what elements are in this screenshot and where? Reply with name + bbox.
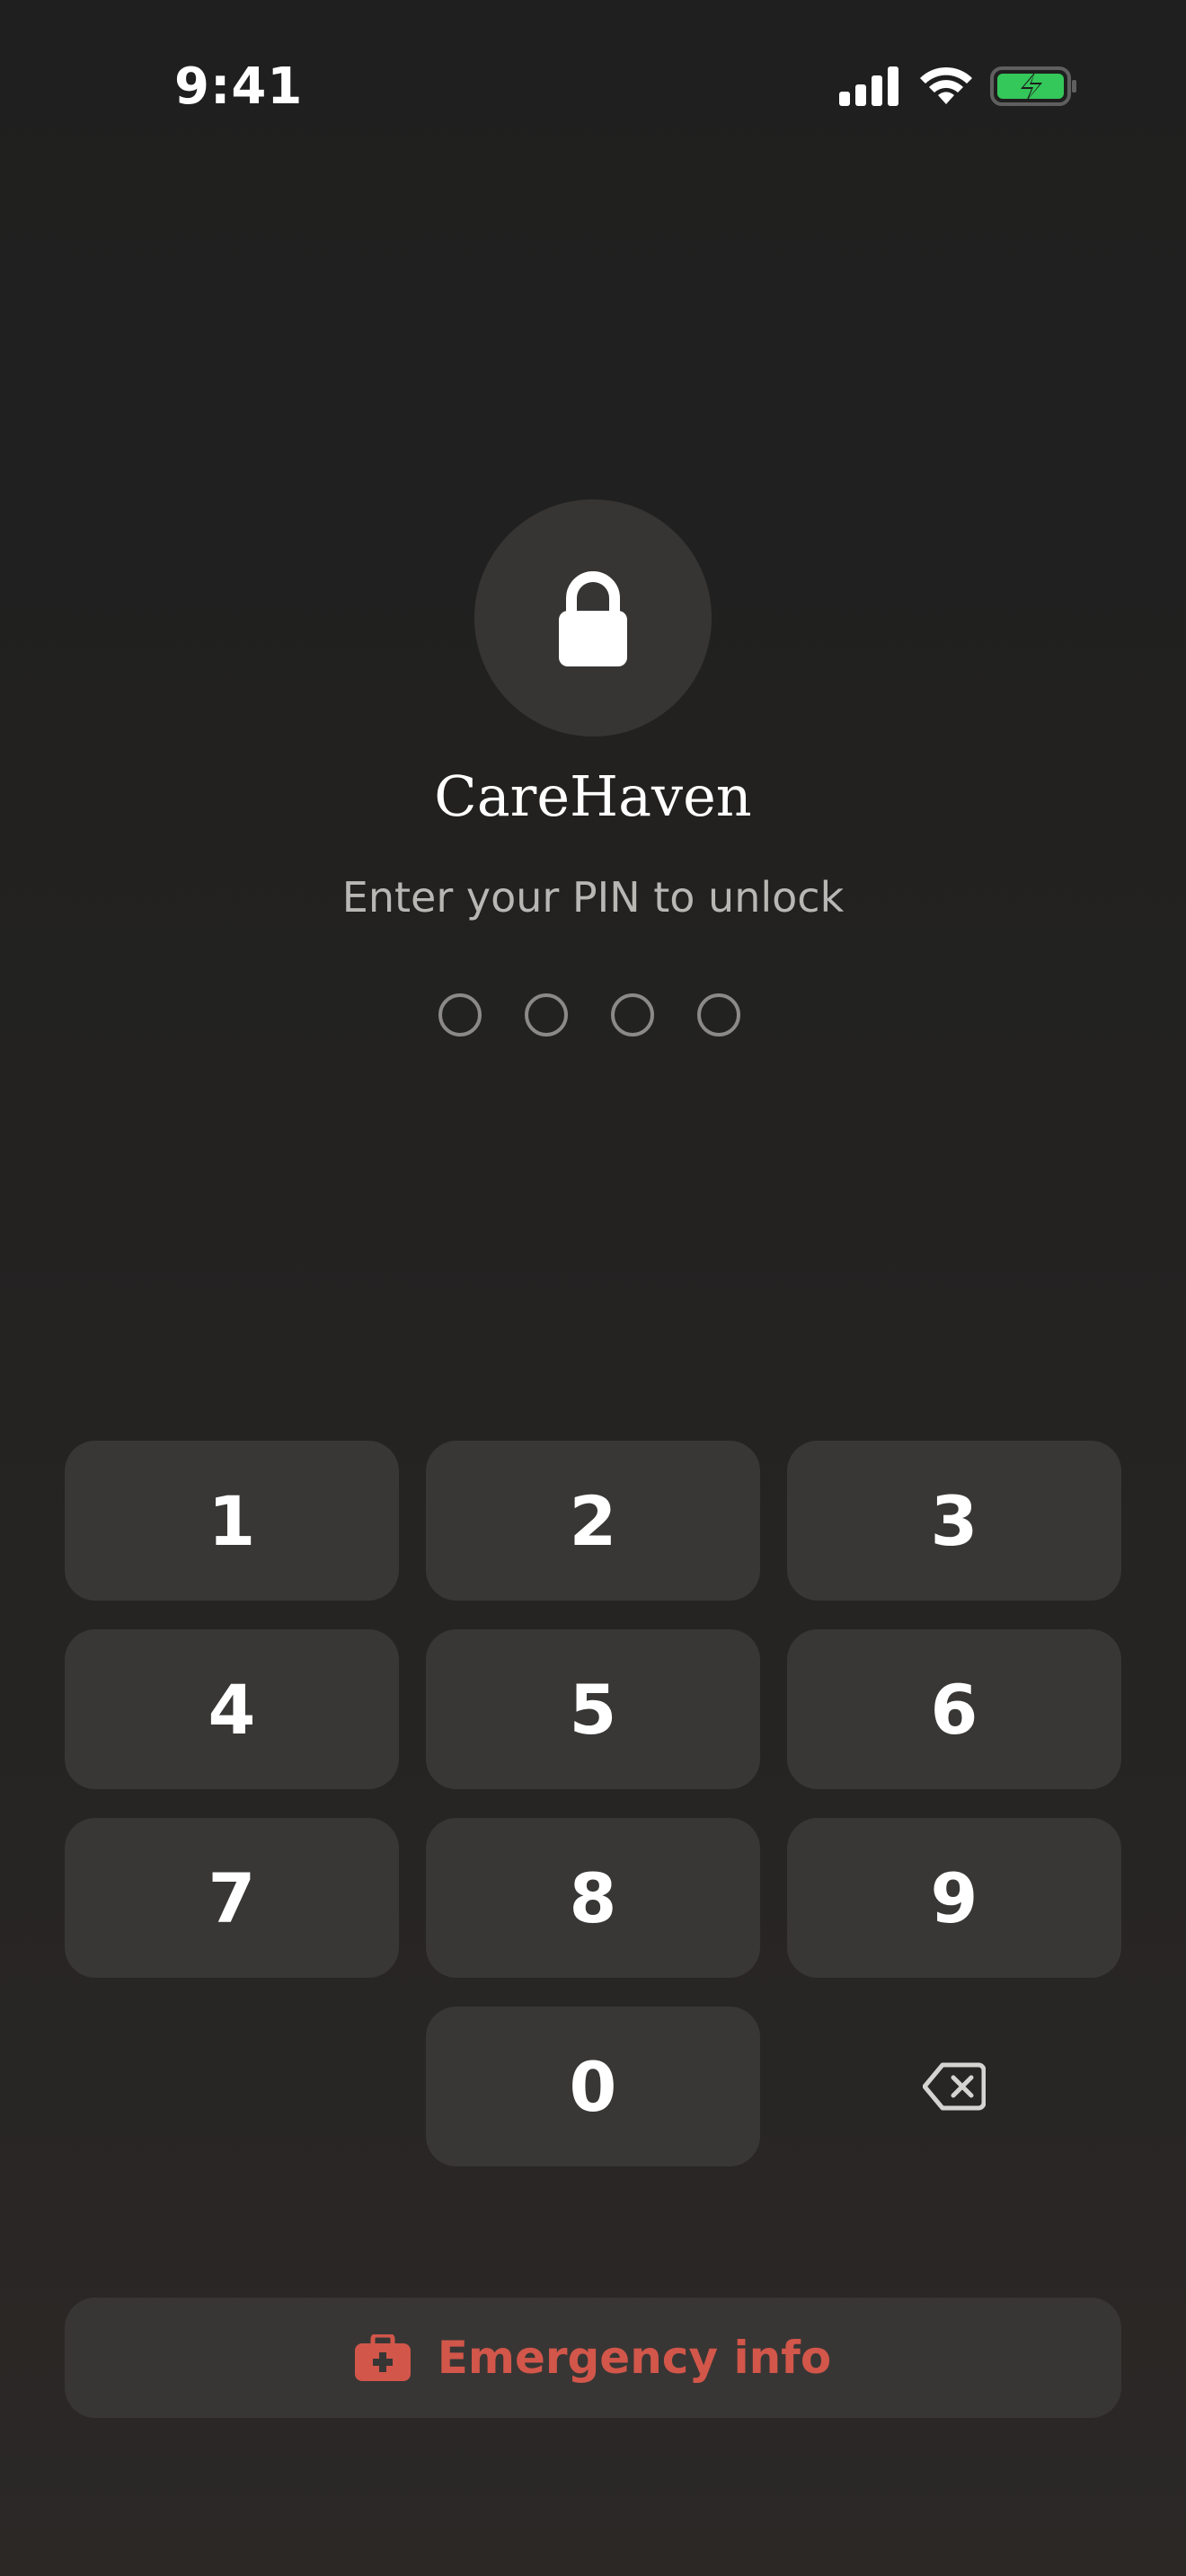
pin-dot: [697, 993, 740, 1037]
pin-keypad: 1 2 3 4 5 6 7 8 9 0: [65, 1441, 1121, 2168]
lock-icon: [559, 571, 627, 666]
status-icons: [839, 65, 1082, 110]
key-7[interactable]: 7: [65, 1818, 399, 1978]
key-5[interactable]: 5: [426, 1629, 760, 1789]
app-title: CareHaven: [434, 763, 752, 829]
emergency-info-label: Emergency info: [437, 2332, 832, 2384]
lock-icon-container: [474, 499, 712, 737]
key-0[interactable]: 0: [426, 2007, 760, 2166]
backspace-icon: [923, 2062, 986, 2111]
key-4[interactable]: 4: [65, 1629, 399, 1789]
key-6[interactable]: 6: [787, 1629, 1121, 1789]
pin-dot: [611, 993, 654, 1037]
key-9[interactable]: 9: [787, 1818, 1121, 1978]
status-time: 9:41: [174, 57, 304, 116]
cellular-signal-icon: [839, 66, 898, 106]
pin-dot: [525, 993, 568, 1037]
key-1[interactable]: 1: [65, 1441, 399, 1601]
status-bar: 9:41: [0, 0, 1186, 171]
key-2[interactable]: 2: [426, 1441, 760, 1601]
battery-charging-icon: [990, 66, 1076, 106]
pin-dot: [438, 993, 482, 1037]
pin-indicator: [438, 993, 748, 1044]
delete-button[interactable]: [787, 2007, 1121, 2166]
wifi-icon: [920, 66, 972, 104]
key-8[interactable]: 8: [426, 1818, 760, 1978]
unlock-instructions: Enter your PIN to unlock: [341, 873, 845, 922]
medical-kit-icon: [354, 2334, 411, 2381]
key-3[interactable]: 3: [787, 1441, 1121, 1601]
emergency-info-button[interactable]: Emergency info: [65, 2298, 1121, 2418]
